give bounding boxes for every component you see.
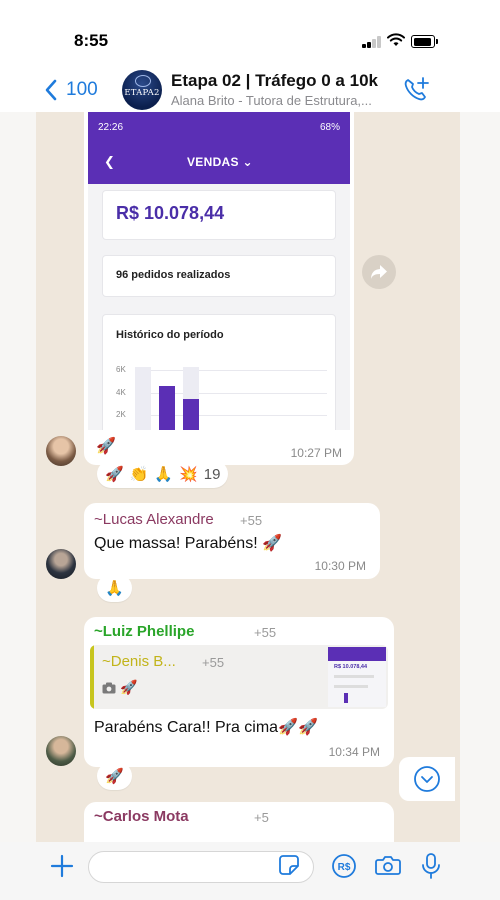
screenshot-status-time: 22:26: [98, 122, 124, 133]
avatar[interactable]: [46, 736, 76, 766]
plus-icon[interactable]: [50, 854, 74, 878]
camera-icon[interactable]: [375, 854, 401, 876]
quoted-emoji: 🚀: [120, 679, 138, 695]
message-text: Parabéns Cara!! Pra cima🚀🚀: [94, 719, 318, 736]
scroll-down-button[interactable]: [399, 757, 455, 801]
unread-count: 100: [66, 79, 98, 100]
status-time: 8:55: [74, 31, 109, 50]
reaction-emoji: 👏: [129, 466, 149, 483]
chevron-left-icon: [45, 79, 57, 101]
sender-name[interactable]: ~Carlos Mota: [94, 808, 189, 825]
image-message-bubble[interactable]: 22:26 68% ❮ VENDAS ⌄ R$ 10.078,44 96 ped…: [84, 112, 354, 465]
quoted-sender: ~Denis B...: [102, 653, 176, 670]
screenshot-back-icon: ❮: [104, 154, 115, 169]
screenshot-y-label: 2K: [116, 410, 126, 419]
camera-icon: [102, 682, 116, 693]
sender-name[interactable]: ~Luiz Phellipe: [94, 623, 194, 640]
avatar[interactable]: [46, 436, 76, 466]
whatsapp-group-chat-screen: 8:55 100 ETAPA2 Etapa 02 | Tráfego 0 a 1…: [0, 0, 500, 900]
reaction-count: 19: [203, 465, 221, 483]
quote-accent-bar: [90, 645, 94, 709]
chat-subtitle[interactable]: Alana Brito - Tutora de Estrutura,...: [171, 93, 372, 108]
side-margin-right: [460, 112, 500, 842]
avatar-logo-mark: [135, 75, 151, 87]
sender-phone: +55: [240, 513, 263, 528]
reaction-emoji: 🚀: [105, 466, 124, 483]
sender-phone: +5: [254, 810, 269, 825]
group-avatar-text: ETAPA2: [124, 88, 160, 98]
sales-screenshot-image[interactable]: 22:26 68% ❮ VENDAS ⌄ R$ 10.078,44 96 ped…: [88, 112, 350, 430]
microphone-icon[interactable]: [421, 852, 441, 880]
screenshot-amount: R$ 10.078,44: [116, 203, 225, 223]
message-bubble[interactable]: ~Lucas Alexandre +55 Que massa! Parabéns…: [84, 503, 380, 579]
forward-button[interactable]: [362, 255, 396, 289]
svg-text:R$: R$: [338, 862, 351, 873]
back-button[interactable]: 100: [44, 76, 98, 104]
chevron-down-circle-icon: [414, 766, 440, 792]
screenshot-title: VENDAS ⌄: [187, 155, 253, 169]
message-time: 10:34 PM: [328, 745, 380, 759]
message-text: Que massa! Parabéns! 🚀: [94, 535, 283, 552]
screenshot-battery: 68%: [319, 122, 340, 133]
screenshot-status-bar: 22:26 68%: [88, 112, 350, 142]
screenshot-bar: [135, 367, 151, 430]
chat-title[interactable]: Etapa 02 | Tráfego 0 a 10k: [171, 71, 378, 91]
quoted-image-thumbnail: R$ 10.078,44: [328, 647, 386, 707]
message-reactions[interactable]: 🚀: [97, 762, 132, 790]
quoted-content: 🚀: [102, 679, 137, 696]
battery-icon: [411, 35, 438, 48]
wifi-icon: [387, 33, 405, 46]
sticker-icon[interactable]: [278, 854, 300, 876]
phone-plus-icon[interactable]: [402, 76, 430, 104]
real-currency-icon[interactable]: R$: [331, 853, 357, 879]
thumb-amount: R$ 10.078,44: [334, 664, 368, 670]
status-bar: 8:55: [0, 0, 500, 62]
avatar[interactable]: [46, 549, 76, 579]
quoted-message[interactable]: ~Denis B... +55 🚀 R$ 10.078,44: [90, 645, 388, 709]
message-bubble[interactable]: ~Luiz Phellipe +55 ~Denis B... +55 🚀 R$ …: [84, 617, 394, 767]
side-margin-left: [0, 112, 36, 842]
screenshot-y-label: 4K: [116, 388, 126, 397]
screenshot-history-card: Histórico do período 6K 4K 2K: [102, 314, 336, 430]
cellular-signal-icon: [362, 36, 382, 48]
screenshot-y-label: 6K: [116, 365, 126, 374]
sender-name[interactable]: ~Lucas Alexandre: [94, 511, 214, 528]
screenshot-amount-card: R$ 10.078,44: [102, 190, 336, 240]
quoted-sender-phone: +55: [202, 655, 225, 670]
screenshot-history-title: Histórico do período: [116, 329, 224, 341]
reaction-emoji: 🙏: [105, 580, 124, 597]
message-time: 10:27 PM: [290, 446, 342, 460]
chat-header: 100 ETAPA2 Etapa 02 | Tráfego 0 a 10k Al…: [0, 62, 500, 114]
reaction-emoji: 🙏: [154, 466, 174, 483]
screenshot-nav-bar: ❮ VENDAS ⌄: [88, 142, 350, 184]
caption-emoji: 🚀: [96, 438, 116, 455]
screenshot-bar: [159, 386, 175, 430]
message-reactions[interactable]: 🚀 👏 🙏 💥 19: [97, 460, 229, 488]
reaction-emoji: 💥: [179, 466, 198, 483]
share-icon: [371, 265, 387, 279]
screenshot-orders: 96 pedidos realizados: [116, 269, 231, 281]
message-composer: R$: [0, 842, 500, 900]
screenshot-orders-card: 96 pedidos realizados: [102, 255, 336, 297]
message-reactions[interactable]: 🙏: [97, 574, 132, 602]
reaction-emoji: 🚀: [105, 768, 124, 785]
group-avatar[interactable]: ETAPA2: [122, 70, 162, 110]
message-time: 10:30 PM: [314, 559, 366, 573]
screenshot-bar: [183, 399, 199, 430]
sender-phone: +55: [254, 625, 277, 640]
